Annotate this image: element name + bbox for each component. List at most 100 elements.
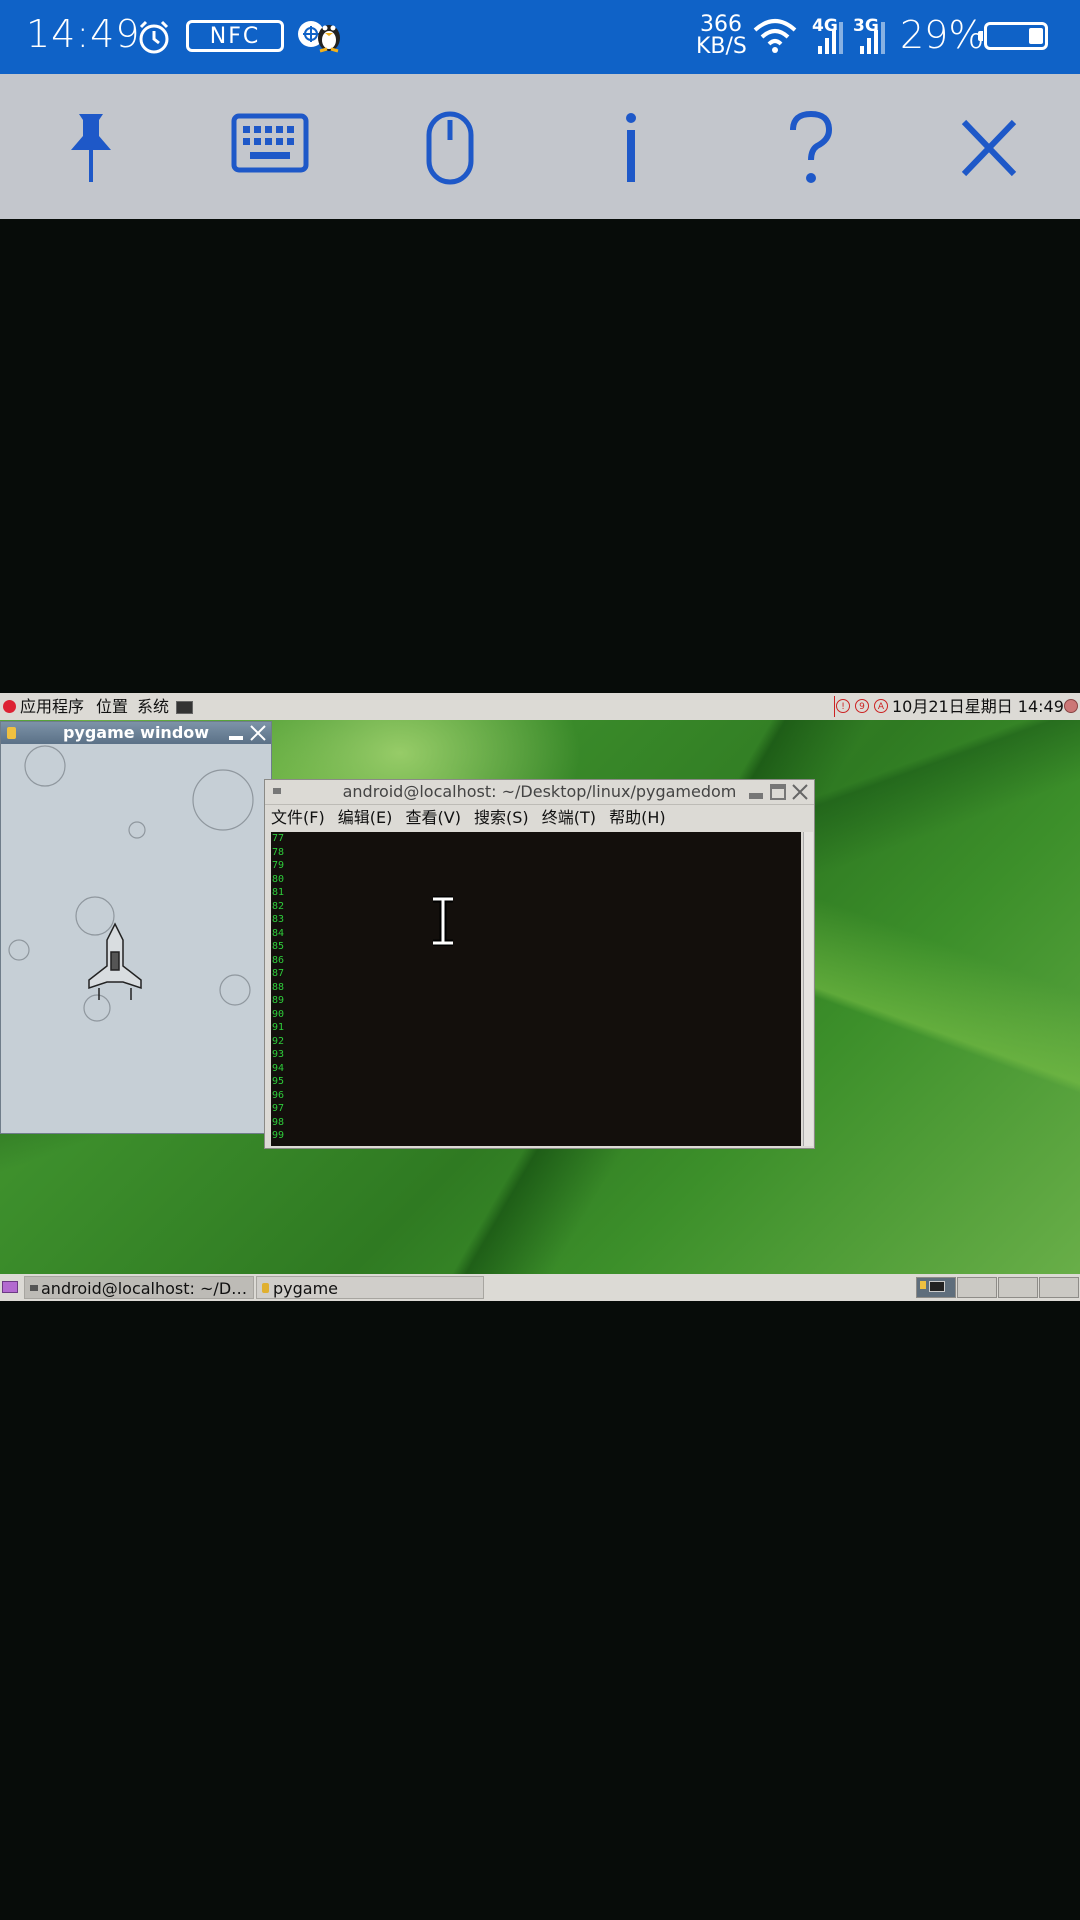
taskbar-terminal-label: android@localhost: ~/D… — [41, 1279, 248, 1298]
terminal-line: 98 — [272, 1116, 285, 1128]
menu-file[interactable]: 文件(F) — [271, 808, 325, 827]
signal-icon — [814, 20, 844, 60]
text-cursor-icon — [429, 895, 457, 950]
terminal-line: 88 — [272, 981, 285, 993]
menu-search[interactable]: 搜索(S) — [474, 808, 529, 827]
workspace-4[interactable] — [1039, 1277, 1079, 1298]
terminal-line: 80 — [272, 873, 285, 885]
terminal-icon — [929, 1281, 945, 1292]
asteroid-icon — [24, 745, 66, 787]
vnc-toolbar — [0, 74, 1080, 219]
terminal-line: 91 — [272, 1022, 285, 1033]
notification-icon[interactable]: 9 — [855, 699, 869, 713]
game-canvas[interactable] — [1, 744, 271, 1133]
terminal-line: 97 — [272, 1103, 285, 1114]
python-icon — [920, 1281, 926, 1289]
status-bar: 14:49 NFC 366 KB/S 4G 3G 29% — [0, 0, 1080, 74]
minimize-button[interactable] — [227, 724, 245, 742]
terminal-line: 84 — [272, 927, 285, 939]
terminal-line: 92 — [272, 1035, 285, 1047]
workspace-2[interactable] — [957, 1277, 997, 1298]
battery-percent: 29% — [900, 13, 985, 57]
asteroid-icon — [219, 974, 251, 1006]
pygame-titlebar[interactable]: pygame window — [1, 722, 271, 744]
asteroid-icon — [128, 821, 146, 839]
mouse-icon — [405, 110, 495, 186]
maximize-button[interactable] — [769, 783, 787, 801]
panel-clock[interactable]: 10月21日星期日 14:49 — [892, 693, 1064, 720]
terminal-line: 86 — [272, 954, 285, 966]
shutdown-icon[interactable] — [1064, 699, 1078, 713]
net-speed: 366 KB/S — [696, 12, 747, 59]
terminal-line: 82 — [272, 900, 285, 912]
gnome-top-panel: 应用程序 位置 系统 ! 9 A 10月21日星期日 14:49 — [0, 693, 1080, 720]
menu-edit[interactable]: 编辑(E) — [338, 808, 393, 827]
menu-system[interactable]: 系统 — [137, 693, 169, 720]
notification-icon[interactable]: ! — [836, 699, 850, 713]
net-speed-unit: KB/S — [696, 34, 747, 59]
menu-view[interactable]: 查看(V) — [406, 808, 461, 827]
pygame-window[interactable]: pygame window — [0, 721, 272, 1134]
terminal-line: 94 — [272, 1062, 285, 1074]
asteroid-icon — [75, 896, 115, 936]
close-button[interactable] — [944, 110, 1034, 190]
asteroid-icon — [83, 994, 111, 1022]
remote-desktop[interactable]: 应用程序 位置 系统 ! 9 A 10月21日星期日 14:49 pygame … — [0, 693, 1080, 1301]
terminal-launcher-icon[interactable] — [176, 701, 193, 714]
nfc-icon: NFC — [186, 20, 284, 52]
terminal-line: 78 — [272, 846, 285, 858]
workspace-3[interactable] — [998, 1277, 1038, 1298]
alarm-icon — [136, 19, 172, 59]
terminal-menubar: 文件(F) 编辑(E) 查看(V) 搜索(S) 终端(T) 帮助(H) — [265, 805, 814, 831]
terminal-icon — [30, 1285, 38, 1291]
terminal-line: 93 — [272, 1049, 285, 1060]
asteroid-icon — [192, 769, 254, 831]
show-desktop-icon[interactable] — [2, 1281, 18, 1293]
terminal-window[interactable]: android@localhost: ~/Desktop/linux/pygam… — [264, 779, 815, 1149]
terminal-line: 90 — [272, 1008, 285, 1020]
terminal-line: 81 — [272, 887, 285, 898]
terminal-line: 87 — [272, 968, 285, 979]
terminal-line: 99 — [272, 1130, 285, 1141]
pin-button[interactable] — [46, 110, 136, 190]
terminal-line: 89 — [272, 995, 285, 1006]
help-button[interactable] — [766, 110, 856, 190]
gnome-bottom-panel: android@localhost: ~/D… pygame — [0, 1274, 1080, 1301]
menu-applications[interactable]: 应用程序 — [20, 693, 84, 720]
help-icon — [766, 110, 856, 186]
terminal-line: 96 — [272, 1089, 285, 1101]
python-icon — [7, 727, 16, 739]
pygame-title: pygame window — [62, 723, 210, 742]
minimize-button[interactable] — [747, 783, 765, 801]
terminal-titlebar[interactable]: android@localhost: ~/Desktop/linux/pygam… — [265, 780, 814, 805]
mouse-button[interactable] — [405, 110, 495, 190]
battery-icon — [978, 22, 1048, 50]
net-speed-value: 366 — [700, 12, 742, 37]
terminal-line: 77 — [272, 833, 285, 844]
keyboard-icon — [225, 110, 315, 176]
qq-penguin-icon — [314, 16, 344, 58]
close-button[interactable] — [791, 783, 809, 801]
info-button[interactable] — [586, 110, 676, 190]
terminal-line: 83 — [272, 914, 285, 925]
menu-help[interactable]: 帮助(H) — [609, 808, 666, 827]
taskbar-pygame-label: pygame — [273, 1279, 339, 1298]
keyboard-button[interactable] — [225, 110, 315, 190]
terminal-title: android@localhost: ~/Desktop/linux/pygam… — [342, 782, 737, 801]
close-button[interactable] — [249, 724, 267, 742]
close-icon — [944, 110, 1034, 186]
terminal-line: 85 — [272, 941, 285, 952]
menu-places[interactable]: 位置 — [96, 693, 128, 720]
workspace-1[interactable] — [916, 1277, 956, 1298]
info-icon — [586, 110, 676, 186]
notification-icon[interactable]: A — [874, 699, 888, 713]
taskbar-terminal[interactable]: android@localhost: ~/D… — [24, 1276, 254, 1299]
asteroid-icon — [8, 939, 30, 961]
taskbar-pygame[interactable]: pygame — [256, 1276, 484, 1299]
terminal-scrollbar[interactable] — [803, 832, 813, 1146]
panel-separator — [834, 696, 835, 717]
status-time: 14:49 — [26, 12, 141, 56]
terminal-output[interactable]: 77 78 79 80 81 82 83 84 85 86 87 88 89 9… — [271, 832, 801, 1146]
menu-terminal[interactable]: 终端(T) — [542, 808, 596, 827]
wifi-icon — [752, 18, 798, 58]
